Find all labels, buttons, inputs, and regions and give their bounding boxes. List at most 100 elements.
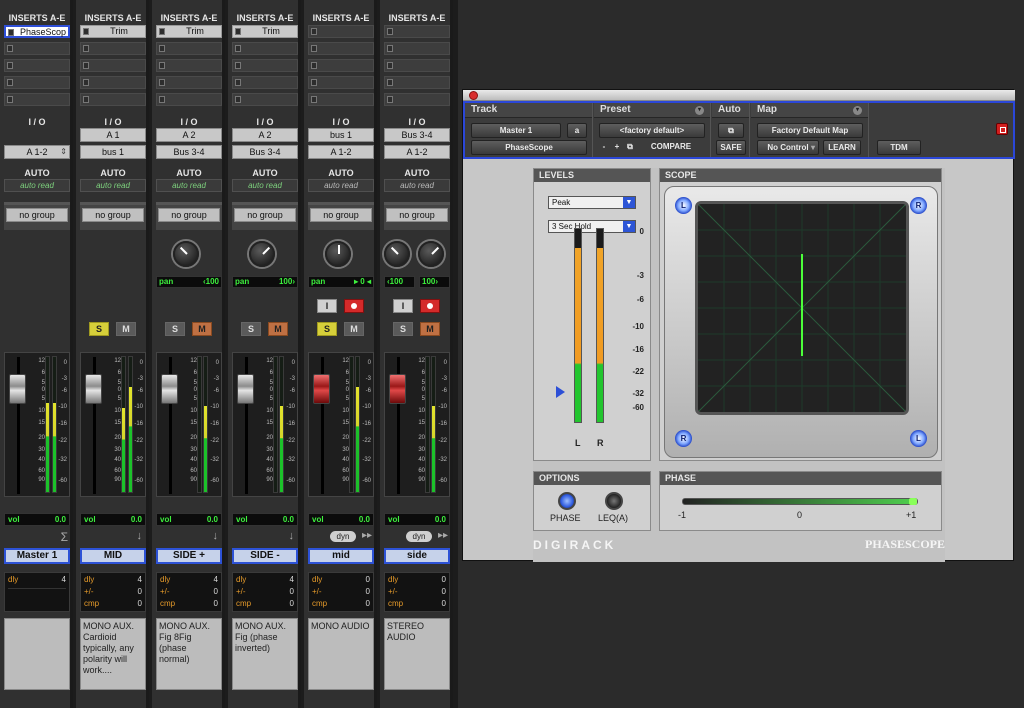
group-selector[interactable]: no group bbox=[310, 208, 372, 222]
insert-slot[interactable] bbox=[4, 59, 70, 72]
input-selector[interactable]: A 2 bbox=[156, 128, 222, 142]
track-name[interactable]: mid bbox=[308, 548, 374, 564]
phase-option-button[interactable] bbox=[558, 492, 576, 510]
insert-bypass-icon[interactable] bbox=[159, 45, 165, 52]
insert-bypass-icon[interactable] bbox=[83, 62, 89, 69]
pan-readout[interactable]: pan ▸ 0 ◂ bbox=[308, 276, 374, 288]
insert-bypass-icon[interactable] bbox=[235, 28, 241, 35]
track-comment[interactable]: MONO AUDIO bbox=[308, 618, 374, 690]
mute-button[interactable]: M bbox=[420, 322, 440, 336]
volume-fader[interactable] bbox=[161, 374, 178, 404]
insert-slot[interactable] bbox=[384, 25, 450, 38]
insert-bypass-icon[interactable] bbox=[235, 62, 241, 69]
input-selector[interactable]: A 2 bbox=[232, 128, 298, 142]
volume-fader[interactable] bbox=[313, 374, 330, 404]
insert-slot[interactable] bbox=[308, 42, 374, 55]
insert-bypass-icon[interactable] bbox=[7, 96, 13, 103]
insert-bypass-icon[interactable] bbox=[387, 79, 393, 86]
insert-slot[interactable] bbox=[232, 93, 298, 106]
level-threshold-marker-icon[interactable] bbox=[556, 386, 565, 398]
automation-mode-selector[interactable]: auto read bbox=[80, 179, 146, 192]
group-selector[interactable]: no group bbox=[158, 208, 220, 222]
librarian-icon[interactable]: ⧉ bbox=[624, 140, 636, 155]
volume-readout[interactable]: vol 0.0 bbox=[308, 513, 374, 526]
mute-button[interactable]: M bbox=[344, 322, 364, 336]
pan-readout[interactable]: pan ‹100 bbox=[156, 276, 222, 288]
insert-slot[interactable] bbox=[232, 76, 298, 89]
pan-left-knob[interactable] bbox=[384, 241, 410, 267]
output-selector[interactable]: Bus 3-4 bbox=[156, 145, 222, 159]
insert-bypass-icon[interactable] bbox=[83, 45, 89, 52]
insert-slot[interactable] bbox=[308, 59, 374, 72]
track-name[interactable]: SIDE + bbox=[156, 548, 222, 564]
volume-fader[interactable] bbox=[85, 374, 102, 404]
insert-slot[interactable] bbox=[80, 93, 146, 106]
input-selector[interactable]: Bus 3-4 bbox=[384, 128, 450, 142]
levels-mode-dropdown[interactable]: Peak ▼ bbox=[548, 196, 636, 209]
volume-readout[interactable]: vol 0.0 bbox=[232, 513, 298, 526]
automation-mode-selector[interactable]: auto read bbox=[156, 179, 222, 192]
output-selector[interactable]: A 1-2 ⇕ bbox=[4, 145, 70, 159]
volume-fader[interactable] bbox=[237, 374, 254, 404]
insert-bypass-icon[interactable] bbox=[8, 29, 14, 36]
insert-bypass-icon[interactable] bbox=[159, 28, 165, 35]
record-enable-icon[interactable] bbox=[996, 123, 1008, 135]
mute-button[interactable]: M bbox=[192, 322, 212, 336]
pm-value[interactable]: 0 bbox=[138, 586, 142, 598]
pan-knob[interactable] bbox=[173, 241, 199, 267]
insert-bypass-icon[interactable] bbox=[159, 79, 165, 86]
automation-mode-selector[interactable]: auto read bbox=[384, 179, 450, 192]
automation-mode-selector[interactable]: auto read bbox=[4, 179, 70, 192]
group-selector[interactable]: no group bbox=[6, 208, 68, 222]
insert-slot[interactable] bbox=[156, 59, 222, 72]
output-selector[interactable]: A 1-2 bbox=[384, 145, 450, 159]
channel-selector[interactable]: a bbox=[567, 123, 587, 138]
volume-readout[interactable]: vol 0.0 bbox=[80, 513, 146, 526]
pan-right-readout[interactable]: 100› bbox=[419, 276, 450, 288]
insert-slot[interactable] bbox=[384, 93, 450, 106]
insert-bypass-icon[interactable] bbox=[235, 45, 241, 52]
close-window-icon[interactable] bbox=[469, 91, 478, 100]
preset-menu-icon[interactable]: ▾ bbox=[695, 106, 704, 115]
dyn-button[interactable]: dyn bbox=[406, 531, 432, 542]
input-selector[interactable]: bus 1 bbox=[308, 128, 374, 142]
insert-bypass-icon[interactable] bbox=[235, 79, 241, 86]
track-name[interactable]: SIDE - bbox=[232, 548, 298, 564]
volume-fader[interactable] bbox=[389, 374, 406, 404]
mute-button[interactable]: M bbox=[116, 322, 136, 336]
group-selector[interactable]: no group bbox=[386, 208, 448, 222]
solo-button[interactable]: S bbox=[165, 322, 185, 336]
insert-bypass-icon[interactable] bbox=[387, 45, 393, 52]
control-selector[interactable]: No Control ▾ bbox=[757, 140, 819, 155]
output-selector[interactable]: A 1-2 bbox=[308, 145, 374, 159]
insert-slot[interactable] bbox=[308, 25, 374, 38]
insert-slot[interactable] bbox=[80, 59, 146, 72]
insert-bypass-icon[interactable] bbox=[311, 45, 317, 52]
dyn-button[interactable]: dyn bbox=[330, 531, 356, 542]
insert-slot[interactable] bbox=[4, 42, 70, 55]
volume-readout[interactable]: vol 0.0 bbox=[384, 513, 450, 526]
insert-slot[interactable] bbox=[156, 93, 222, 106]
track-comment[interactable]: MONO AUX. Fig (phase inverted) bbox=[232, 618, 298, 690]
plugin-selector[interactable]: PhaseScope bbox=[471, 140, 587, 155]
insert-bypass-icon[interactable] bbox=[7, 62, 13, 69]
record-arm-button[interactable] bbox=[344, 299, 364, 313]
insert-bypass-icon[interactable] bbox=[235, 96, 241, 103]
solo-button[interactable]: S bbox=[241, 322, 261, 336]
insert-bypass-icon[interactable] bbox=[311, 96, 317, 103]
insert-bypass-icon[interactable] bbox=[159, 96, 165, 103]
insert-bypass-icon[interactable] bbox=[159, 62, 165, 69]
input-selector[interactable]: A 1 bbox=[80, 128, 146, 142]
insert-slot[interactable]: Trim bbox=[80, 25, 146, 38]
automation-mode-selector[interactable]: auto read bbox=[308, 179, 374, 192]
insert-bypass-icon[interactable] bbox=[311, 28, 317, 35]
track-name[interactable]: side bbox=[384, 548, 450, 564]
learn-button[interactable]: LEARN bbox=[823, 140, 861, 155]
pm-value[interactable]: 0 bbox=[214, 586, 218, 598]
pan-left-readout[interactable]: ‹100 bbox=[384, 276, 415, 288]
solo-button[interactable]: S bbox=[89, 322, 109, 336]
pm-value[interactable]: 0 bbox=[366, 586, 370, 598]
volume-readout[interactable]: vol 0.0 bbox=[156, 513, 222, 526]
insert-slot[interactable] bbox=[80, 42, 146, 55]
map-menu-icon[interactable]: ▾ bbox=[853, 106, 862, 115]
